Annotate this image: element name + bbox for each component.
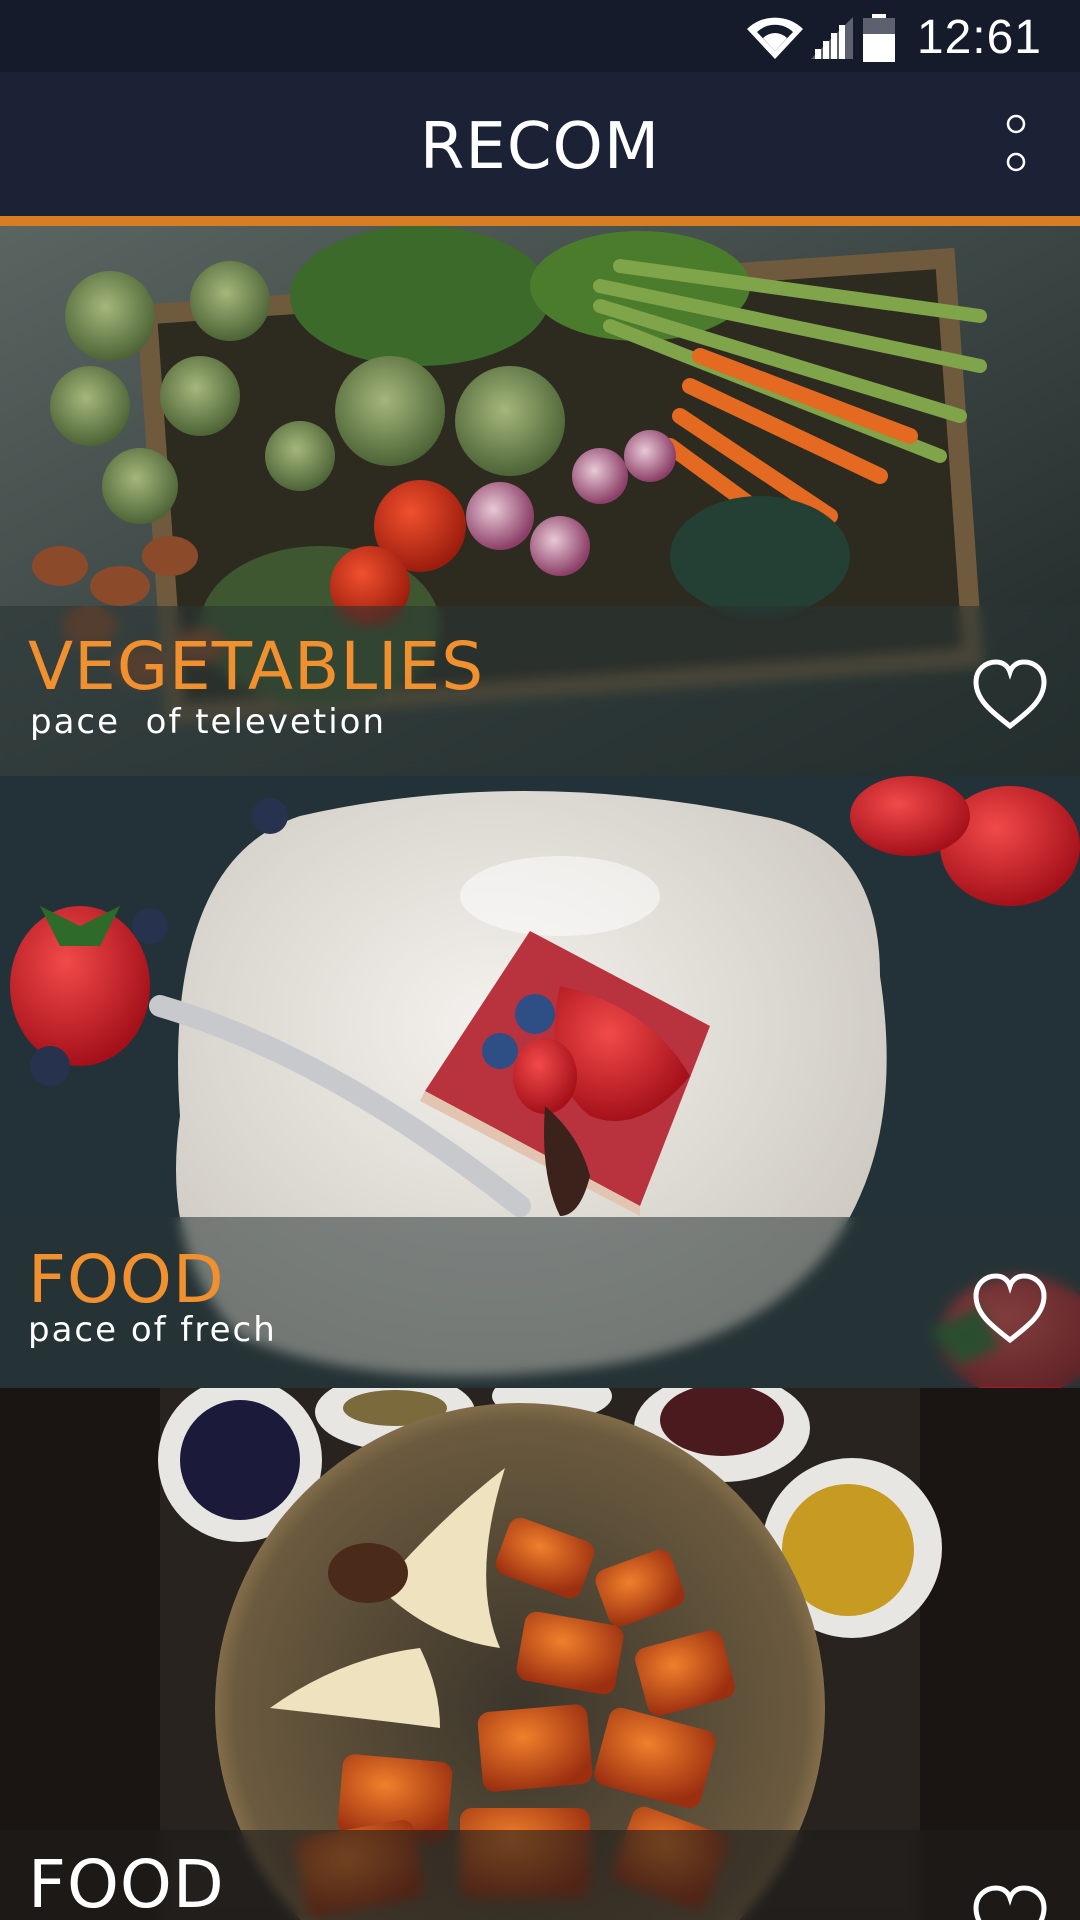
card-title: FOOD bbox=[28, 1241, 225, 1318]
status-icons: 12:61 bbox=[745, 10, 1042, 66]
heart-outline-icon[interactable] bbox=[970, 1882, 1050, 1920]
card-title: FOOD bbox=[28, 1846, 225, 1920]
more-vertical-icon bbox=[1006, 114, 1026, 172]
battery-icon bbox=[862, 14, 895, 62]
status-time: 12:61 bbox=[916, 11, 1042, 64]
card-food-cake[interactable]: FOOD pace of frech bbox=[0, 776, 1080, 1388]
heart-outline-icon[interactable] bbox=[970, 1270, 1050, 1350]
app-title: RECOM bbox=[419, 110, 661, 184]
status-bar: 12:61 bbox=[0, 0, 1080, 72]
card-subtitle: pace of televetion bbox=[30, 702, 387, 742]
signal-icon bbox=[810, 17, 853, 59]
card-vegetables[interactable]: VEGETABLIES pace of televetion bbox=[0, 226, 1080, 776]
more-options-button[interactable] bbox=[990, 92, 1042, 202]
card-subtitle: pace of frech bbox=[28, 1310, 277, 1350]
card-food-duck[interactable]: FOOD bbox=[0, 1388, 1080, 1920]
accent-divider bbox=[0, 216, 1080, 226]
card-title: VEGETABLIES bbox=[28, 628, 485, 705]
heart-outline-icon[interactable] bbox=[970, 656, 1050, 736]
app-bar: RECOM bbox=[0, 72, 1080, 216]
wifi-icon bbox=[746, 17, 803, 60]
